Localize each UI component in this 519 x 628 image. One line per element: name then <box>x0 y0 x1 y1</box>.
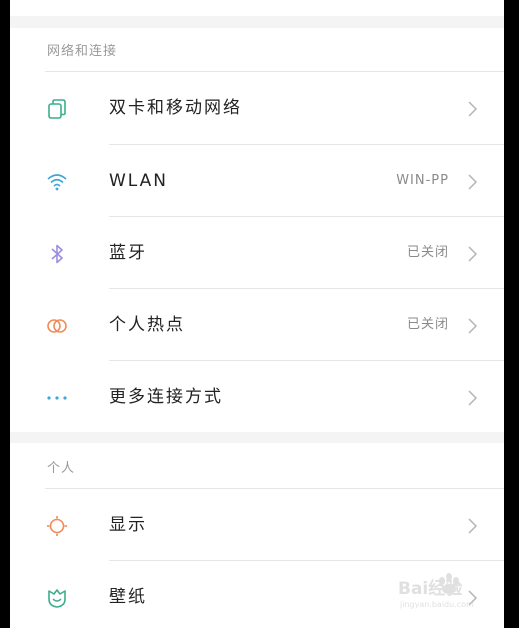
watermark-sub: jingyan.baidu.com <box>399 600 474 609</box>
sim-card-icon <box>48 99 66 119</box>
chevron-right-icon <box>468 246 478 262</box>
item-label: 更多连接方式 <box>109 387 223 407</box>
settings-item-hotspot[interactable]: 个人热点 已关闭 <box>10 289 504 361</box>
hotspot-icon <box>47 319 67 333</box>
item-label: WLAN <box>109 171 169 191</box>
item-label: 壁纸 <box>109 587 147 607</box>
item-label: 个人热点 <box>109 315 185 335</box>
sun-icon <box>47 516 67 536</box>
chevron-right-icon <box>468 318 478 334</box>
bluetooth-icon <box>51 244 63 264</box>
settings-item-display[interactable]: 显示 <box>10 489 504 561</box>
more-dots-icon <box>47 396 67 400</box>
item-value: WIN-PP <box>396 173 449 188</box>
settings-item-more-connections[interactable]: 更多连接方式 <box>10 361 504 433</box>
baidu-watermark-logo: Bai经验 jingyan.baidu.com <box>398 573 474 609</box>
chevron-right-icon <box>468 390 478 406</box>
item-value: 已关闭 <box>406 317 449 332</box>
chevron-right-icon <box>468 101 478 117</box>
chevron-right-icon <box>468 174 478 190</box>
item-value: 已关闭 <box>406 245 449 260</box>
item-label: 双卡和移动网络 <box>109 98 242 118</box>
watermark-brand: Bai经验 <box>398 578 463 599</box>
settings-item-dual-sim[interactable]: 双卡和移动网络 <box>10 72 504 144</box>
section-network: 网络和连接 双卡和移动网络 WLAN WIN-PP 蓝牙 已关闭 个人热点 已关… <box>10 28 504 432</box>
item-label: 蓝牙 <box>109 243 147 263</box>
section-header: 网络和连接 <box>47 44 118 59</box>
tulip-icon <box>48 589 66 608</box>
section-header: 个人 <box>47 461 76 476</box>
top-card <box>10 0 504 16</box>
chevron-right-icon <box>468 518 478 534</box>
settings-item-bluetooth[interactable]: 蓝牙 已关闭 <box>10 217 504 289</box>
item-label: 显示 <box>109 515 147 535</box>
wifi-icon <box>47 174 67 191</box>
settings-screen: 网络和连接 双卡和移动网络 WLAN WIN-PP 蓝牙 已关闭 个人热点 已关… <box>10 0 504 628</box>
settings-item-wlan[interactable]: WLAN WIN-PP <box>10 145 504 217</box>
